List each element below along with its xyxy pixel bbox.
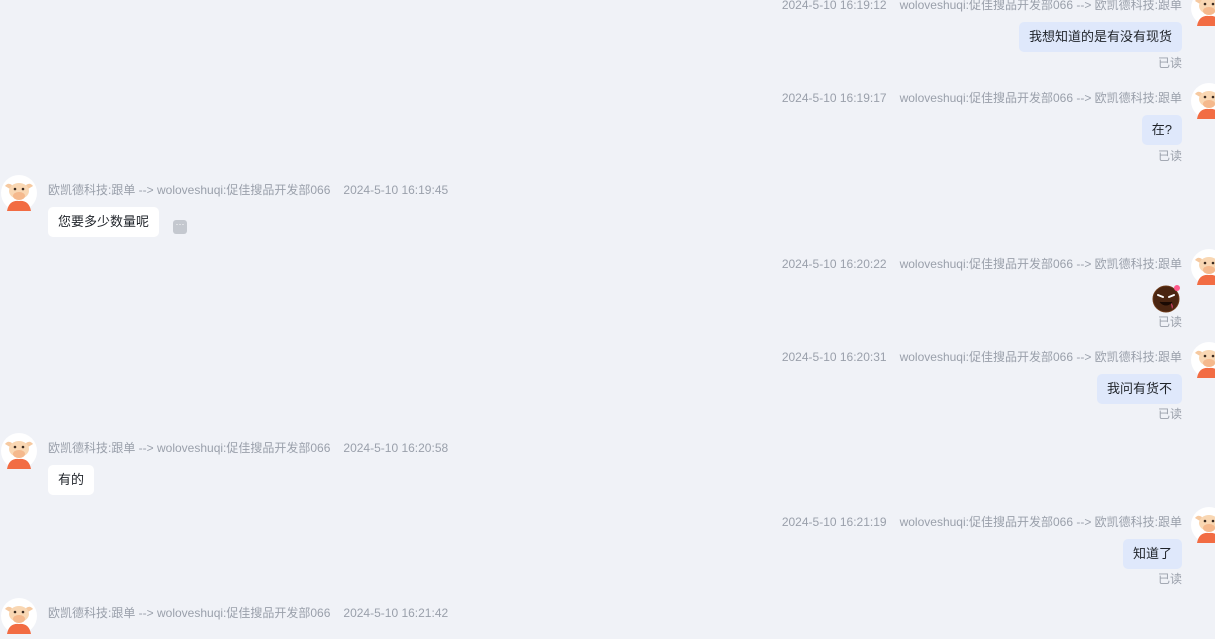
message-bubble[interactable]: 我想知道的是有没有现货: [1018, 22, 1182, 52]
more-options-icon[interactable]: ···: [173, 220, 187, 234]
chat-message-outgoing: 2024-5-10 16:20:22 woloveshuqi:促佳搜品开发部066…: [0, 249, 1215, 337]
message-meta: 2024-5-10 16:19:12 woloveshuqi:促佳搜品开发部066…: [782, 0, 1182, 12]
message-timestamp: 2024-5-10 16:20:22: [781, 257, 887, 271]
chat-message-outgoing: 2024-5-10 16:20:31 woloveshuqi:促佳搜品开发部066…: [0, 342, 1215, 430]
message-timestamp: 2024-5-10 16:19:17: [781, 91, 887, 105]
message-timestamp: 2024-5-10 16:19:12: [781, 0, 887, 12]
avatar-icon[interactable]: [1191, 83, 1215, 119]
read-status: 已读: [1157, 149, 1182, 163]
message-route: woloveshuqi:促佳搜品开发部066 --> 欧凯德科技:跟单: [899, 0, 1182, 12]
avatar-icon[interactable]: [1191, 0, 1215, 26]
message-bubble[interactable]: 知道了: [1122, 539, 1182, 569]
message-bubble[interactable]: 有的: [48, 465, 95, 495]
message-meta: 2024-5-10 16:19:17 woloveshuqi:促佳搜品开发部066…: [782, 91, 1182, 105]
avatar-icon[interactable]: [1, 175, 37, 211]
read-status: 已读: [1157, 407, 1182, 421]
avatar-icon[interactable]: [1, 598, 37, 634]
chat-message-list[interactable]: 2024-5-10 16:19:12 woloveshuqi:促佳搜品开发部066…: [0, 0, 1215, 634]
read-status: 已读: [1157, 572, 1182, 586]
chat-message-outgoing: 2024-5-10 16:19:17 woloveshuqi:促佳搜品开发部066…: [0, 83, 1215, 171]
message-timestamp: 2024-5-10 16:20:31: [781, 350, 887, 364]
message-route: 欧凯德科技:跟单 --> woloveshuqi:促佳搜品开发部066: [48, 441, 331, 455]
read-status: 已读: [1157, 315, 1182, 329]
chat-message-incoming: 欧凯德科技:跟单 --> woloveshuqi:促佳搜品开发部066 2024-…: [0, 598, 1215, 634]
message-bubble[interactable]: 我问有货不: [1096, 374, 1182, 404]
message-route: woloveshuqi:促佳搜品开发部066 --> 欧凯德科技:跟单: [899, 350, 1182, 364]
message-route: woloveshuqi:促佳搜品开发部066 --> 欧凯德科技:跟单: [899, 91, 1182, 105]
message-route: 欧凯德科技:跟单 --> woloveshuqi:促佳搜品开发部066: [48, 183, 331, 197]
message-timestamp: 2024-5-10 16:20:58: [343, 441, 449, 455]
chat-message-incoming: 欧凯德科技:跟单 --> woloveshuqi:促佳搜品开发部066 2024-…: [0, 175, 1215, 243]
chat-message-outgoing: 2024-5-10 16:21:19 woloveshuqi:促佳搜品开发部066…: [0, 507, 1215, 595]
message-timestamp: 2024-5-10 16:21:19: [781, 515, 887, 529]
message-route: woloveshuqi:促佳搜品开发部066 --> 欧凯德科技:跟单: [899, 515, 1182, 529]
message-meta: 欧凯德科技:跟单 --> woloveshuqi:促佳搜品开发部066 2024-…: [48, 441, 448, 455]
chat-message-incoming: 欧凯德科技:跟单 --> woloveshuqi:促佳搜品开发部066 2024-…: [0, 433, 1215, 501]
avatar-icon[interactable]: [1, 433, 37, 469]
chat-message-outgoing: 2024-5-10 16:19:12 woloveshuqi:促佳搜品开发部066…: [0, 0, 1215, 78]
read-status: 已读: [1157, 56, 1182, 70]
message-route: woloveshuqi:促佳搜品开发部066 --> 欧凯德科技:跟单: [899, 257, 1182, 271]
message-bubble[interactable]: 您要多少数量呢: [48, 207, 160, 237]
devil-smile-emoji[interactable]: [1152, 283, 1182, 313]
avatar-icon[interactable]: [1191, 507, 1215, 543]
avatar-icon[interactable]: [1191, 342, 1215, 378]
message-meta: 2024-5-10 16:20:22 woloveshuqi:促佳搜品开发部066…: [782, 257, 1182, 271]
message-meta: 欧凯德科技:跟单 --> woloveshuqi:促佳搜品开发部066 2024-…: [48, 183, 448, 197]
message-meta: 2024-5-10 16:21:19 woloveshuqi:促佳搜品开发部066…: [782, 515, 1182, 529]
avatar-icon[interactable]: [1191, 249, 1215, 285]
message-timestamp: 2024-5-10 16:19:45: [343, 183, 449, 197]
message-bubble[interactable]: 在?: [1141, 115, 1182, 145]
message-meta: 2024-5-10 16:20:31 woloveshuqi:促佳搜品开发部066…: [782, 350, 1182, 364]
